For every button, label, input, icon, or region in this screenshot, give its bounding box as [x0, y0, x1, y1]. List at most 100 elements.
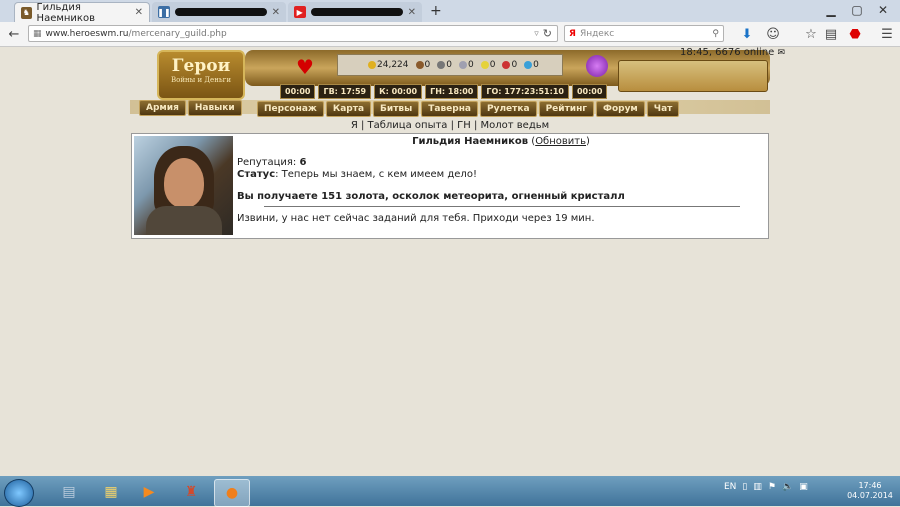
mana-orb-icon — [586, 55, 608, 77]
close-tab-icon[interactable]: ✕ — [408, 7, 416, 18]
sublink-1[interactable]: Таблица опыта — [368, 120, 448, 131]
guild-message: Извини, у нас нет сейчас заданий для теб… — [237, 213, 595, 224]
pause-favicon-icon: ❚❚ — [157, 6, 171, 18]
maximize-icon[interactable]: ▢ — [844, 2, 870, 18]
close-tab-icon[interactable]: ✕ — [272, 7, 280, 18]
gems-icon — [524, 61, 533, 69]
main-tab-6[interactable]: Форум — [596, 101, 645, 117]
tray-usb-icon[interactable]: ▯ — [742, 482, 747, 492]
mail-icon[interactable]: ✉ — [778, 48, 786, 58]
sublink-0[interactable]: Я — [351, 120, 358, 131]
yandex-icon: Я — [569, 28, 576, 39]
close-tab-icon[interactable]: ✕ — [135, 7, 143, 18]
search-icon[interactable]: ⚲ — [712, 29, 723, 39]
main-tab-3[interactable]: Таверна — [421, 101, 478, 117]
main-tab-1[interactable]: Карта — [325, 101, 372, 117]
main-tab-0[interactable]: Персонаж — [257, 101, 324, 117]
resource-sulfur: 0 — [480, 60, 495, 70]
main-nav-tabs: Персонаж Карта Битвы Таверна Рулетка Рейтинг Ф… — [257, 101, 680, 117]
tab-redacted-1[interactable]: ❚❚ ✕ — [152, 2, 286, 22]
logo-subtitle: Войны и Деньги — [170, 76, 232, 84]
minimize-icon[interactable]: ▁ — [818, 2, 844, 18]
download-icon[interactable]: ⬇ — [738, 25, 756, 43]
url-domain: www.heroeswm.ru — [45, 28, 129, 39]
resource-wood: 0 — [415, 60, 430, 70]
adblock-icon[interactable]: ⬣ — [846, 25, 864, 43]
reputation-line: Репутация: 6 — [237, 157, 307, 168]
sublink-separator: | — [470, 120, 481, 131]
sublink-separator: | — [357, 120, 368, 131]
timer-4: ГО: 177:23:51:10 — [481, 84, 569, 99]
url-bar[interactable]: ▦ www.heroeswm.ru /mercenary_guild.php ▿… — [28, 25, 558, 42]
reputation-value: 6 — [299, 157, 307, 168]
resource-gems: 0 — [524, 60, 539, 70]
castle-image — [618, 60, 768, 92]
search-input[interactable]: Я Яндекс ⚲ — [564, 25, 724, 42]
timer-5: 00:00 — [571, 84, 608, 99]
status-label: Статус — [237, 169, 276, 180]
refresh-link[interactable]: Обновить — [535, 136, 586, 147]
clipboard-icon[interactable]: ▤ — [822, 25, 840, 43]
taskbar-media-player-icon[interactable]: ▶ — [132, 479, 166, 505]
sublinks-row: Я | Таблица опыта | ГН | Молот ведьм — [0, 120, 900, 131]
menu-icon[interactable]: ☰ — [878, 25, 896, 43]
start-button[interactable] — [4, 479, 34, 507]
site-identity-icon: ▦ — [33, 28, 42, 39]
language-indicator[interactable]: EN — [724, 482, 736, 492]
left-tabs: Армия Навыки — [139, 100, 242, 116]
divider — [264, 206, 740, 207]
status-line: Статус: Теперь мы знаем, с кем имеем дел… — [237, 169, 477, 180]
heroes-favicon-icon: ♞ — [21, 6, 32, 19]
resource-bar: 24,224 0 0 0 0 0 0 — [337, 54, 563, 76]
bookmark-star-icon[interactable]: ☆ — [802, 25, 820, 43]
main-tab-7[interactable]: Чат — [646, 101, 680, 117]
window-close-icon[interactable]: ✕ — [870, 2, 896, 18]
resource-crystal: 0 — [502, 60, 517, 70]
search-placeholder: Яндекс — [579, 28, 615, 39]
redacted-title — [175, 8, 267, 16]
tab-mercenary-guild[interactable]: ♞ Гильдия Наемников ✕ — [14, 2, 150, 24]
status-text: : Теперь мы знаем, с кем имеем дело! — [275, 169, 477, 180]
timer-1: ГВ: 17:59 — [318, 84, 372, 99]
mercenary-portrait — [134, 136, 233, 235]
main-tab-5[interactable]: Рейтинг — [538, 101, 595, 117]
taskbar-app-notes-icon[interactable]: ▤ — [52, 479, 86, 505]
sublink-separator: | — [447, 120, 458, 131]
taskbar-clock[interactable]: 17:46 04.07.2014 — [845, 481, 895, 501]
dropdown-arrow-icon[interactable]: ▿ — [534, 29, 543, 39]
taskbar-firefox-icon[interactable]: ● — [214, 479, 250, 507]
resource-mercury: 0 — [458, 60, 474, 70]
taskbar-game-icon[interactable]: ♜ — [174, 479, 208, 505]
left-tab-1[interactable]: Навыки — [187, 100, 242, 116]
tray-flag-icon[interactable]: ⚑ — [768, 482, 776, 492]
back-icon[interactable]: ← — [5, 25, 23, 43]
left-tab-0[interactable]: Армия — [139, 100, 186, 116]
tab-redacted-2[interactable]: ▶ ✕ — [288, 2, 422, 22]
time-online: 18:45, 6676 online ✉ — [680, 47, 786, 58]
main-tab-4[interactable]: Рулетка — [480, 101, 537, 117]
resource-ore: 0 — [437, 60, 452, 70]
logo-title: Герои — [171, 56, 231, 76]
game-logo[interactable]: Герои Войны и Деньги — [157, 50, 245, 100]
resource-gold: 24,224 — [368, 60, 409, 70]
system-tray: EN ▯ ▥ ⚑ 🔈 ▣ — [724, 482, 808, 492]
new-tab-button[interactable]: + — [430, 3, 442, 19]
taskbar-explorer-icon[interactable]: ▦ — [94, 479, 128, 505]
tray-network-icon[interactable]: ▥ — [753, 482, 762, 492]
sulfur-icon — [480, 61, 489, 69]
reload-icon[interactable]: ↻ — [543, 27, 557, 40]
tray-volume-icon[interactable]: 🔈 — [782, 482, 793, 492]
tray-power-icon[interactable]: ▣ — [799, 482, 808, 492]
main-tab-2[interactable]: Битвы — [373, 101, 420, 117]
mercury-icon — [458, 61, 467, 69]
wood-icon — [415, 61, 424, 69]
gold-icon — [368, 61, 376, 69]
redacted-title — [310, 8, 403, 16]
url-path: /mercenary_guild.php — [128, 28, 227, 39]
timers-row: 00:00 ГВ: 17:59 К: 00:00 ГН: 18:00 ГО: 177:2… — [280, 84, 620, 99]
sublink-2[interactable]: ГН — [457, 120, 471, 131]
sublink-3[interactable]: Молот ведьм — [481, 120, 550, 131]
reward-text: Вы получаете 151 золота, осколок метеори… — [237, 191, 625, 202]
timer-2: К: 00:00 — [374, 84, 423, 99]
addon-icon[interactable]: ☺ — [764, 25, 782, 43]
